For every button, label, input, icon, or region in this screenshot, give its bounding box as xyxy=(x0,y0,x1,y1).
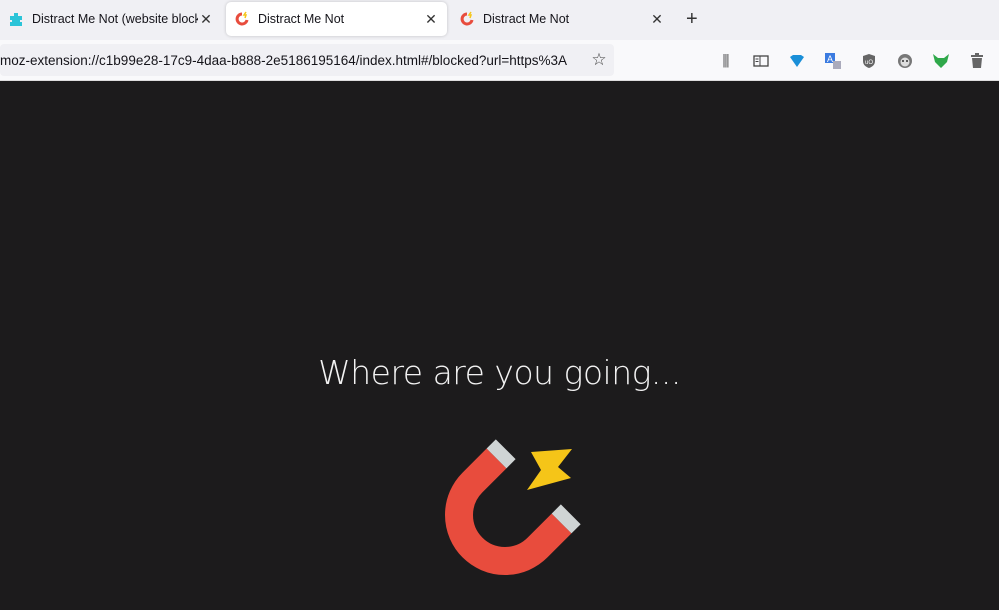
lightning-bolt-icon xyxy=(527,449,572,490)
magnet-illustration xyxy=(445,439,581,575)
